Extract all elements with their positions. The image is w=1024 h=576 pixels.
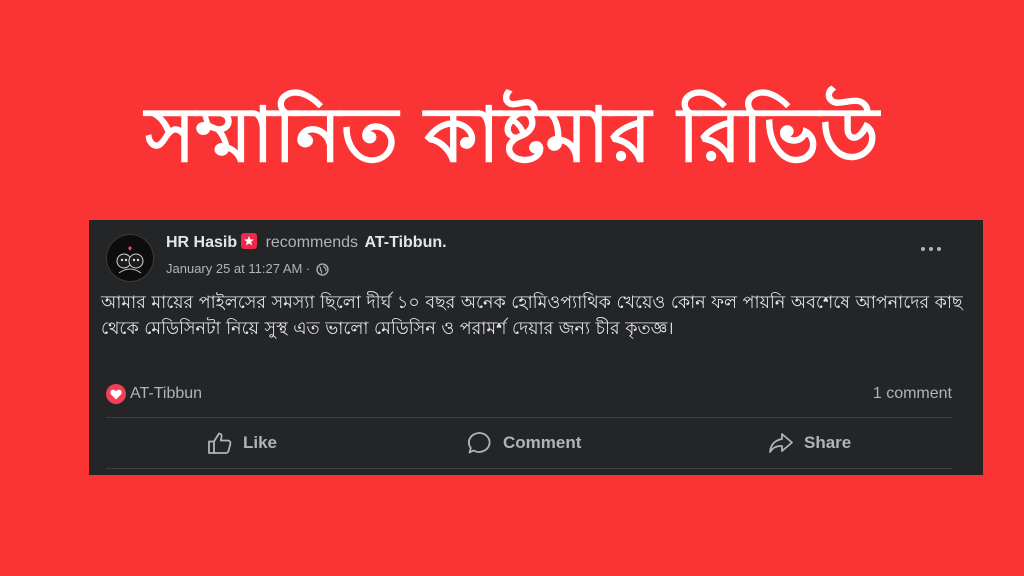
action-bar: Like Comment Share	[106, 423, 952, 463]
page-name-link[interactable]: AT-Tibbun.	[365, 234, 447, 251]
share-button[interactable]: Share	[768, 423, 851, 463]
verified-badge-icon	[241, 233, 258, 249]
post-timestamp[interactable]: January 25 at 11:27 AM	[166, 261, 302, 276]
comment-icon	[468, 432, 491, 454]
comment-count[interactable]: 1 comment	[873, 383, 952, 405]
post-body-text: আমার মায়ের পাইলসের সমস্যা ছিলো দীর্ঘ ১০…	[101, 293, 963, 339]
comment-button[interactable]: Comment	[467, 423, 581, 463]
more-options-icon[interactable]	[919, 242, 943, 256]
love-reaction-icon[interactable]	[106, 384, 126, 404]
author-name[interactable]: HR Hasib	[166, 234, 237, 251]
facebook-post-card: HR Hasib recommends AT-Tibbun. January 2…	[89, 220, 983, 475]
like-button[interactable]: Like	[207, 423, 277, 463]
divider	[106, 417, 952, 418]
meta-separator: ·	[305, 261, 311, 276]
like-icon	[208, 432, 232, 454]
post-author-line: HR Hasib recommends AT-Tibbun.	[166, 233, 447, 253]
reaction-name[interactable]: AT-Tibbun	[130, 383, 202, 405]
share-label: Share	[804, 433, 852, 452]
recommends-text: recommends	[265, 234, 359, 251]
headline-title: সম্মানিত কাষ্টমার রিভিউ	[145, 90, 879, 179]
reaction-row: AT-Tibbun 1 comment	[106, 383, 952, 405]
share-icon	[769, 433, 793, 453]
globe-icon	[316, 263, 329, 281]
post-meta: January 25 at 11:27 AM ·	[166, 260, 329, 281]
avatar[interactable]	[106, 234, 154, 282]
comment-label: Comment	[503, 433, 582, 452]
like-label: Like	[243, 433, 278, 452]
divider	[106, 468, 952, 469]
